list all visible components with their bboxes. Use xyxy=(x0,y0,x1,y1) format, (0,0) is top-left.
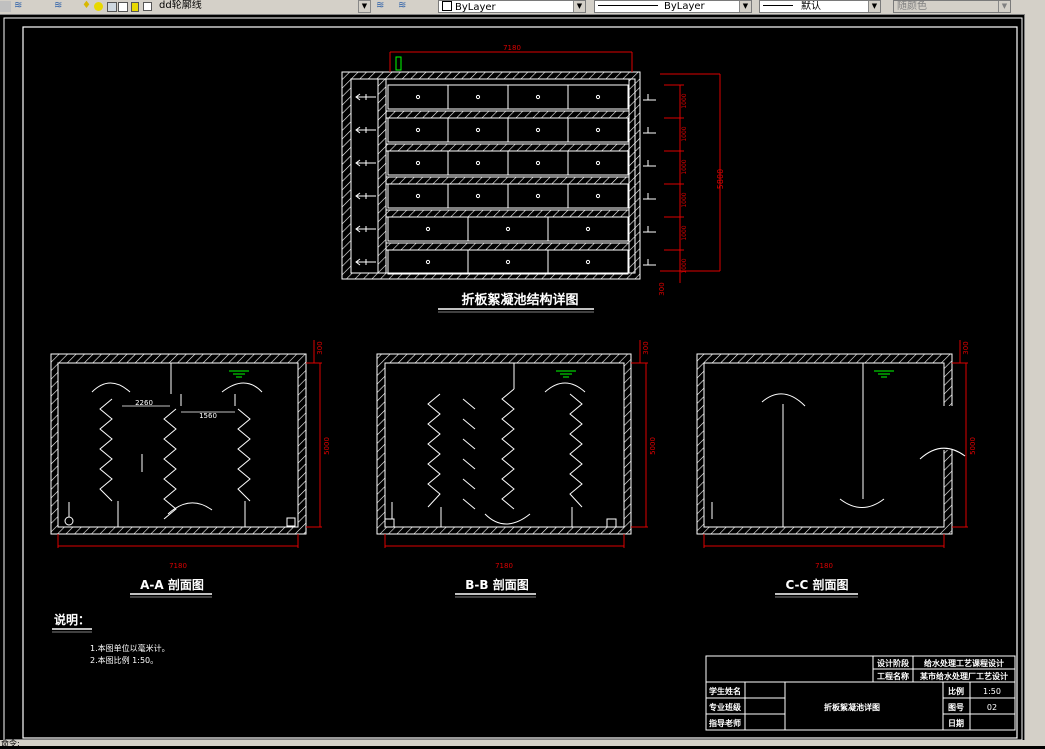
layer-name: dd轮廓线 xyxy=(159,0,202,11)
color-box-icon xyxy=(442,1,452,11)
plan-bottom-dim: 300 xyxy=(658,282,666,295)
chevron-down-icon: ▼ xyxy=(739,1,751,12)
section-a-view: 2260 1560 7180 5000 300 A-A 剖面图 xyxy=(50,340,331,598)
color-dropdown[interactable]: ByLayer ▼ xyxy=(438,0,586,13)
project-name-label: 工程名称 xyxy=(877,671,909,681)
sheet-label: 图号 xyxy=(948,703,964,712)
chevron-down-icon: ▼ xyxy=(998,1,1010,12)
note-1: 1.本图单位以毫米计。 xyxy=(90,643,170,653)
layer-dropdown[interactable]: dd轮廓线 xyxy=(156,0,370,13)
notes-title: 说明： xyxy=(54,612,90,627)
plan-width-dim: 7180 xyxy=(503,44,521,52)
linetype-dropdown[interactable]: ByLayer ▼ xyxy=(594,0,752,13)
plan-row-divider-wall xyxy=(385,176,630,185)
note-2: 2.本图比例 1:50。 xyxy=(90,655,158,665)
section-c-width-dim: 7180 xyxy=(815,562,833,570)
drawing-name: 折板絮凝池详图 xyxy=(824,702,880,712)
plan-side-dim: 1000 xyxy=(681,159,688,174)
plan-row-divider-wall xyxy=(385,242,630,251)
freeze-icon[interactable] xyxy=(107,2,117,12)
plan-view: 7180 5800 1000 1000 1000 1000 1000 1000 300 折… xyxy=(341,44,725,313)
plan-side-dim: 1000 xyxy=(681,93,688,108)
lock-icon[interactable] xyxy=(118,2,128,12)
color-swatch-icon xyxy=(143,2,152,11)
sheet-value: 02 xyxy=(987,703,997,712)
plan-row-divider-wall xyxy=(385,143,630,152)
lineweight-value: 默认 xyxy=(801,1,821,12)
make-current-icon[interactable]: ≋ xyxy=(376,0,387,11)
section-a-height-dim: 5000 xyxy=(323,437,331,455)
layer-toolbar: ≋ ≋ ♦ dd轮廓线 ▼ ≋ ≋ ByLayer ▼ ByLayer ▼ 默认… xyxy=(0,0,1045,15)
section-b-width-dim: 7180 xyxy=(495,562,513,570)
section-a-label: A-A 剖面图 xyxy=(140,577,204,592)
chevron-down-icon: ▼ xyxy=(868,1,880,12)
section-a-inner xyxy=(57,362,299,528)
plan-side-dim: 1000 xyxy=(681,225,688,240)
section-c-height-dim: 5000 xyxy=(969,437,977,455)
section-a-width-dim: 7180 xyxy=(169,562,187,570)
date-label: 日期 xyxy=(948,718,964,728)
student-name-label: 学生姓名 xyxy=(709,686,741,696)
layers-icon[interactable]: ≋ xyxy=(54,0,65,11)
command-line[interactable]: 命令: xyxy=(0,739,1045,748)
vertical-scrollbar[interactable] xyxy=(1024,14,1045,742)
plot-icon[interactable] xyxy=(131,2,139,12)
layer-previous-icon[interactable]: ≋ xyxy=(398,0,409,11)
inlet-marker xyxy=(395,56,402,71)
section-c-view: 7180 5000 300 C-C 剖面图 xyxy=(696,340,977,598)
notes: 说明： 1.本图单位以毫米计。 2.本图比例 1:50。 xyxy=(52,612,170,665)
project-name-value: 某市给水处理厂工艺设计 xyxy=(919,671,1008,681)
section-a-dim-a: 2260 xyxy=(135,399,153,407)
plan-total-dim: 5800 xyxy=(716,169,725,189)
plan-title: 折板絮凝池结构详图 xyxy=(461,292,578,308)
line-sample-icon xyxy=(763,5,793,6)
plan-left-channel-wall xyxy=(377,78,387,274)
plan-row-divider-wall xyxy=(385,209,630,218)
section-b-inner xyxy=(384,362,625,528)
section-b-height-dim: 5000 xyxy=(649,437,657,455)
plan-right-channel-wall xyxy=(628,78,636,274)
light-bulb-icon[interactable]: ♦ xyxy=(82,0,93,11)
scale-value: 1:50 xyxy=(983,687,1001,696)
plan-side-dim: 1000 xyxy=(681,258,688,273)
toolbar-grip[interactable] xyxy=(0,1,11,12)
plan-side-dim: 1000 xyxy=(681,192,688,207)
drawing-canvas[interactable]: 7180 5800 1000 1000 1000 1000 1000 1000 300 折… xyxy=(0,14,1025,742)
section-c-label: C-C 剖面图 xyxy=(785,577,848,592)
section-b-top-dim: 300 xyxy=(642,341,650,354)
section-a-dim-b: 1560 xyxy=(199,412,217,420)
section-c-opening xyxy=(940,406,954,450)
section-c-top-dim: 300 xyxy=(962,341,970,354)
design-stage-label: 设计阶段 xyxy=(877,658,909,668)
section-b-label: B-B 剖面图 xyxy=(465,577,528,592)
plotstyle-value: 随颜色 xyxy=(897,1,927,12)
sun-icon[interactable] xyxy=(94,2,103,11)
chevron-down-icon: ▼ xyxy=(359,1,370,12)
layer-dropdown-arrow[interactable]: ▼ xyxy=(358,0,371,13)
scale-label: 比例 xyxy=(948,686,964,696)
section-b-view: 7180 5000 300 B-B 剖面图 xyxy=(376,340,657,598)
command-prompt: 命令: xyxy=(1,739,20,748)
lineweight-dropdown[interactable]: 默认 ▼ xyxy=(759,0,881,13)
class-label: 专业班级 xyxy=(709,702,742,712)
section-a-top-dim: 300 xyxy=(316,341,324,354)
plan-side-dim: 1000 xyxy=(681,126,688,141)
layer-manager-icon[interactable]: ≋ xyxy=(14,0,25,11)
linetype-value: ByLayer xyxy=(664,1,705,12)
teacher-label: 指导老师 xyxy=(709,718,741,728)
color-value: ByLayer xyxy=(455,2,496,13)
chevron-down-icon: ▼ xyxy=(573,1,585,12)
section-c-inner xyxy=(703,362,945,528)
plan-row-divider-wall xyxy=(385,110,630,119)
plotstyle-dropdown[interactable]: 随颜色 ▼ xyxy=(893,0,1011,13)
design-stage-value: 给水处理工艺课程设计 xyxy=(924,658,1004,668)
line-sample-icon xyxy=(598,5,658,6)
